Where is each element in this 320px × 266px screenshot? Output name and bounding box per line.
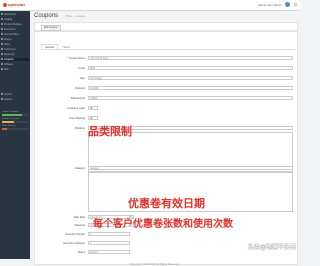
user-name[interactable]: admin user Admin xyxy=(258,3,282,7)
sidebar-item-design[interactable]: Design xyxy=(1,38,29,41)
category-input[interactable]: Category xyxy=(88,166,293,170)
category-label: Category xyxy=(74,167,85,170)
breadcrumb-home[interactable]: Home xyxy=(66,15,73,18)
sidebar-item-sales[interactable]: Sales xyxy=(1,43,29,46)
cart-icon xyxy=(1,43,3,46)
coupon-name-input[interactable]: -10% Off All Items xyxy=(88,56,293,60)
page-title: Coupons xyxy=(34,13,59,19)
logo-text: opencart xyxy=(8,2,25,7)
uses-per-customer-label: Uses Per Customer xyxy=(63,242,85,245)
progress-fill xyxy=(2,128,8,130)
date-start-label: Date Start xyxy=(73,216,85,219)
sidebar-item-mail[interactable]: Mail xyxy=(1,68,29,71)
top-bar: opencart admin user Admin ⏻ xyxy=(0,0,300,11)
dashboard-icon xyxy=(1,13,3,16)
uses-per-customer-input[interactable]: 1 xyxy=(88,241,130,245)
annotation-usage: 每个客户优惠卷张数和使用次数 xyxy=(93,219,233,230)
sidebar-item-marketing[interactable]: Marketing xyxy=(1,53,29,56)
sidebar-item-catalog[interactable]: Catalog xyxy=(1,18,29,21)
watermark: 头条@跨境平头哥 xyxy=(247,244,296,251)
status-label: Status xyxy=(77,251,85,254)
annotation-category-limit: 品类限制 xyxy=(88,125,132,138)
user-icon xyxy=(1,48,3,51)
puzzle-icon xyxy=(1,28,3,31)
avatar[interactable] xyxy=(285,2,290,7)
total-amount-input[interactable]: 0.0000 xyxy=(88,96,293,100)
uses-per-coupon-label: Uses Per Coupon xyxy=(65,233,85,236)
tab-divider xyxy=(41,49,295,50)
sidebar-item-reports[interactable]: Reports xyxy=(1,98,29,101)
sidebar-item-system[interactable]: System xyxy=(1,93,29,96)
ticket-icon xyxy=(1,58,3,61)
annotation-validity: 优惠卷有效日期 xyxy=(128,197,205,210)
status-select[interactable]: Enabled xyxy=(88,250,130,254)
edit-coupon-button[interactable]: Edit Coupon xyxy=(41,24,61,31)
customer-login-select[interactable]: No xyxy=(88,106,98,110)
discount-label: Discount xyxy=(75,87,85,90)
customer-login-label: Customer Login xyxy=(67,107,85,110)
coupon-name-label: * Coupon Name xyxy=(67,57,85,60)
panel-heading: Edit Coupon xyxy=(34,22,298,31)
stat-label: Other Statuses xyxy=(2,125,16,127)
cog-icon xyxy=(1,93,3,96)
sidebar: Dashboard Catalog Product Bundles Extens… xyxy=(0,11,30,259)
type-select[interactable]: Percentage xyxy=(88,76,293,80)
free-shipping-label: Free Shipping xyxy=(69,117,85,120)
gift-icon xyxy=(1,33,3,36)
code-label: * Code xyxy=(77,67,85,70)
stat-label: Orders Completed xyxy=(2,111,19,113)
logout-icon[interactable]: ⏻ xyxy=(294,2,297,7)
sidebar-item-coupons[interactable]: Coupons xyxy=(1,58,29,61)
mail-icon xyxy=(1,68,3,71)
progress-other xyxy=(2,128,28,130)
desktop-icon xyxy=(1,38,3,41)
progress-fill xyxy=(2,121,14,123)
progress-fill xyxy=(2,114,22,116)
logo[interactable]: opencart xyxy=(3,2,25,7)
progress-processing xyxy=(2,121,28,123)
sidebar-item-dashboard[interactable]: Dashboard xyxy=(1,13,29,16)
progress-completed xyxy=(2,114,28,116)
stat-label: Orders Processing xyxy=(2,118,19,120)
sidebar-item-special-offers[interactable]: Special Offers xyxy=(1,33,29,36)
breadcrumb: Home Coupons xyxy=(66,15,87,18)
sidebar-item-product-bundles[interactable]: Product Bundles xyxy=(1,23,29,26)
sidebar-item-extensions[interactable]: Extensions xyxy=(1,28,29,31)
free-shipping-select[interactable]: No xyxy=(88,116,98,120)
bundle-icon xyxy=(1,23,3,26)
tag-icon xyxy=(1,18,3,21)
share-icon xyxy=(1,53,3,56)
products-label: Products xyxy=(75,127,85,130)
logo-icon xyxy=(3,2,7,7)
chart-icon xyxy=(1,98,3,101)
date-end-label: Date End xyxy=(74,224,85,227)
link-icon xyxy=(1,63,3,66)
discount-input[interactable]: 10.0000 xyxy=(88,86,293,90)
code-input[interactable]: 2222 xyxy=(88,66,293,70)
sidebar-item-affiliates[interactable]: Affiliates xyxy=(1,63,29,66)
total-amount-label: Total Amount xyxy=(70,97,85,100)
sidebar-item-customers[interactable]: Customers xyxy=(1,48,29,51)
type-label: Type xyxy=(79,77,85,80)
breadcrumb-coupons[interactable]: Coupons xyxy=(75,15,85,18)
uses-per-coupon-input[interactable]: 1 xyxy=(88,232,130,236)
